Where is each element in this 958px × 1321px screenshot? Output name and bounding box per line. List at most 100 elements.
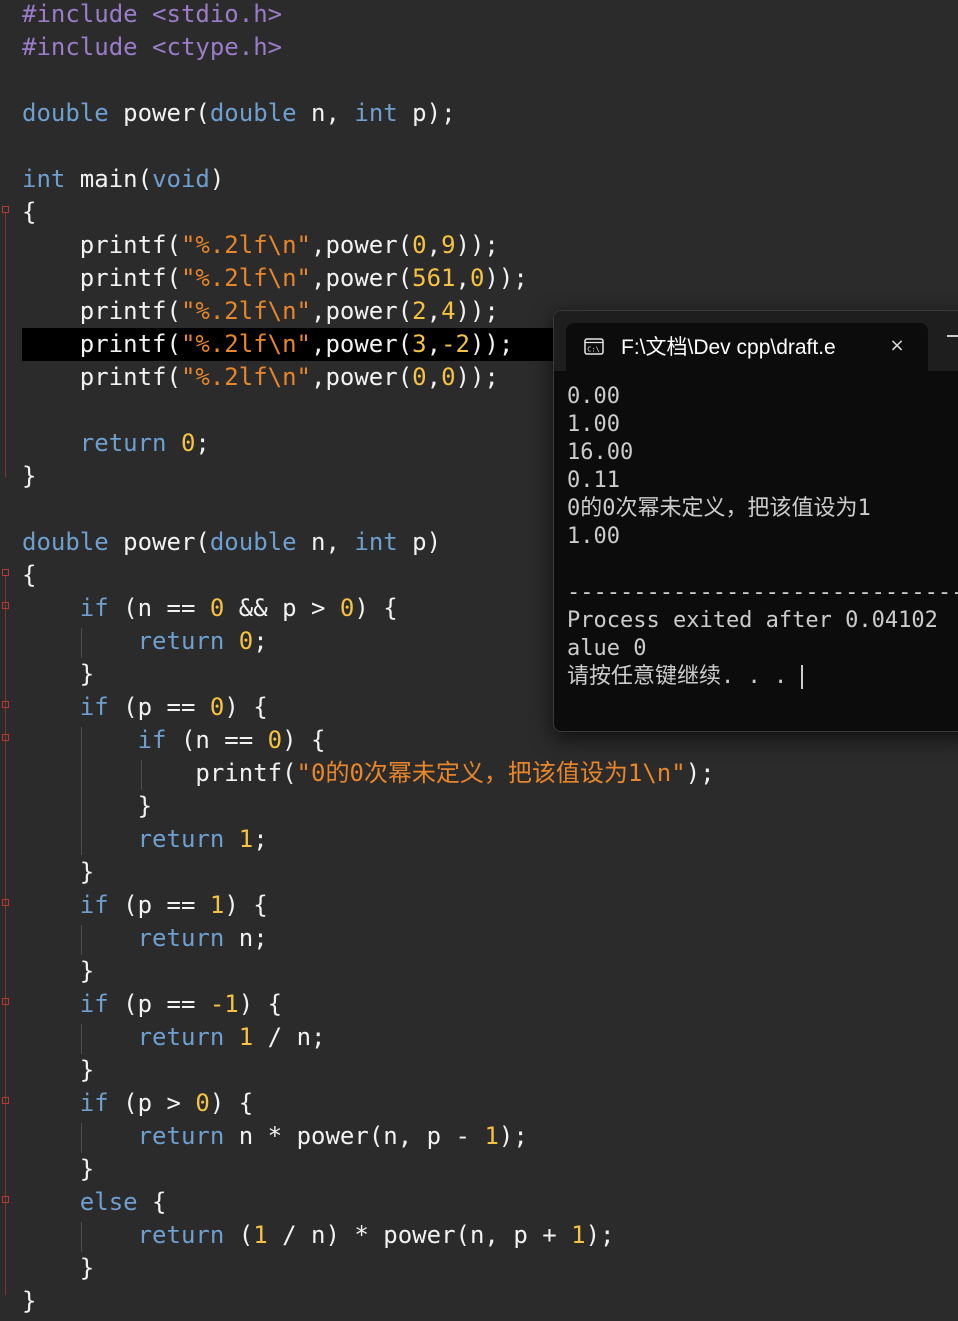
code-token: ); — [585, 1221, 615, 1249]
terminal-output-line: Process exited after 0.04102 — [567, 607, 958, 635]
fold-marker-icon[interactable] — [2, 1196, 9, 1203]
code-line[interactable]: #include <ctype.h> — [22, 31, 282, 64]
code-token: "%.2lf\n" — [180, 231, 311, 259]
code-line[interactable]: printf("%.2lf\n",power(0,0)); — [22, 361, 499, 394]
code-line[interactable]: } — [22, 1153, 94, 1186]
code-line[interactable]: return 1; — [22, 823, 268, 856]
code-line[interactable]: return n; — [22, 922, 268, 955]
code-token: p — [426, 1122, 442, 1150]
svg-text:C:\: C:\ — [587, 346, 600, 354]
code-token: double — [209, 528, 297, 556]
code-token: 561 — [412, 264, 456, 292]
fold-marker-icon[interactable] — [2, 899, 9, 906]
code-line[interactable]: printf("%.2lf\n",power(0,9)); — [22, 229, 499, 262]
active-code-line[interactable]: printf("%.2lf\n",power(3,-2)); — [22, 328, 553, 361]
code-token: ) { — [354, 594, 398, 622]
code-token: ; — [253, 924, 268, 952]
fold-marker-icon[interactable] — [2, 1097, 9, 1104]
code-line[interactable]: else { — [22, 1186, 167, 1219]
code-line[interactable]: } — [22, 1285, 36, 1318]
code-token: n — [383, 1122, 398, 1150]
code-token: { — [22, 561, 37, 589]
code-token: "%.2lf\n" — [180, 363, 311, 391]
terminal-output-line: alue 0 — [567, 635, 958, 663]
code-token: ) { — [209, 1089, 254, 1117]
code-token: ; — [253, 627, 268, 655]
code-line[interactable]: if (p == 1) { — [22, 889, 268, 922]
code-token: printf — [22, 264, 167, 292]
fold-marker-icon[interactable] — [2, 998, 9, 1005]
code-token: == — [209, 726, 268, 754]
code-line[interactable]: if (p > 0) { — [22, 1087, 253, 1120]
code-token: return — [22, 825, 225, 853]
fold-marker-icon[interactable] — [2, 701, 9, 708]
code-token: "0的0次幂未定义，把该值设为1\n" — [296, 759, 686, 787]
code-token: ); — [685, 759, 715, 787]
code-line[interactable]: if (p == 0) { — [22, 691, 268, 724]
new-tab-button[interactable] — [947, 335, 958, 337]
text-cursor — [801, 665, 804, 689]
code-token: ( — [397, 231, 413, 259]
fold-guide-power — [5, 575, 6, 1295]
code-token: n — [224, 1122, 254, 1150]
terminal-output-text: 1.00 — [567, 412, 620, 437]
code-line[interactable]: printf("%.2lf\n",power(2,4)); — [22, 295, 499, 328]
fold-marker-icon[interactable] — [2, 734, 9, 741]
code-token: 2 — [412, 297, 427, 325]
code-line[interactable]: double power(double n, int p) — [22, 526, 441, 559]
code-token: && — [224, 594, 283, 622]
code-line[interactable]: if (n == 0) { — [22, 724, 326, 757]
code-line[interactable]: return (1 / n) * power(n, p + 1); — [22, 1219, 615, 1252]
code-token: power — [325, 297, 398, 325]
code-token: , — [311, 231, 326, 259]
code-line[interactable]: } — [22, 1252, 94, 1285]
code-line[interactable]: if (p == -1) { — [22, 988, 282, 1021]
code-token: if — [22, 1089, 109, 1117]
code-line[interactable]: return 0; — [22, 625, 268, 658]
code-token: ( — [397, 297, 413, 325]
code-line[interactable]: } — [22, 658, 94, 691]
code-token: n — [195, 726, 210, 754]
code-line[interactable]: { — [22, 559, 36, 592]
code-line[interactable]: return 0; — [22, 427, 210, 460]
fold-marker-icon[interactable] — [2, 602, 9, 609]
code-line[interactable]: printf("0的0次幂未定义，把该值设为1\n"); — [22, 757, 715, 790]
code-token: } — [22, 1287, 37, 1315]
code-token: void — [152, 165, 210, 193]
code-token: , — [397, 1122, 427, 1150]
terminal-tab[interactable]: C:\ F:\文档\Dev cpp\draft.e × — [566, 323, 928, 371]
code-token: double — [22, 99, 109, 127]
code-token: )); — [455, 297, 499, 325]
code-token: } — [22, 1155, 95, 1183]
code-token: ( — [166, 363, 181, 391]
fold-marker-icon[interactable] — [2, 569, 9, 576]
code-token: } — [22, 660, 95, 688]
code-token: ( — [108, 594, 138, 622]
code-token: ) { — [282, 726, 326, 754]
code-line[interactable]: } — [22, 1054, 94, 1087]
code-token: == — [152, 594, 210, 622]
code-token: } — [22, 1056, 95, 1084]
code-token: ( — [108, 1089, 138, 1117]
code-line[interactable]: } — [22, 460, 36, 493]
code-line[interactable]: int main(void) — [22, 163, 224, 196]
code-line[interactable]: { — [22, 196, 36, 229]
code-token: , — [311, 264, 326, 292]
terminal-output-line: 0.00 — [567, 383, 958, 411]
code-line[interactable]: return 1 / n; — [22, 1021, 326, 1054]
console-window[interactable]: C:\ F:\文档\Dev cpp\draft.e × 0.00 1.00 16.0… — [553, 310, 958, 732]
code-line[interactable]: if (n == 0 && p > 0) { — [22, 592, 398, 625]
code-token: ( — [166, 231, 181, 259]
close-tab-button[interactable]: × — [886, 335, 908, 357]
code-line[interactable]: printf("%.2lf\n",power(561,0)); — [22, 262, 528, 295]
code-line[interactable]: double power(double n, int p); — [22, 97, 456, 130]
code-line[interactable]: } — [22, 955, 94, 988]
code-token: power — [325, 231, 398, 259]
code-line[interactable]: } — [22, 856, 94, 889]
code-line[interactable]: #include <stdio.h> — [22, 0, 282, 31]
code-line[interactable]: } — [22, 790, 152, 823]
code-line[interactable]: return n * power(n, p - 1); — [22, 1120, 528, 1153]
code-token: 0 — [441, 363, 456, 391]
fold-marker-icon[interactable] — [2, 206, 9, 213]
